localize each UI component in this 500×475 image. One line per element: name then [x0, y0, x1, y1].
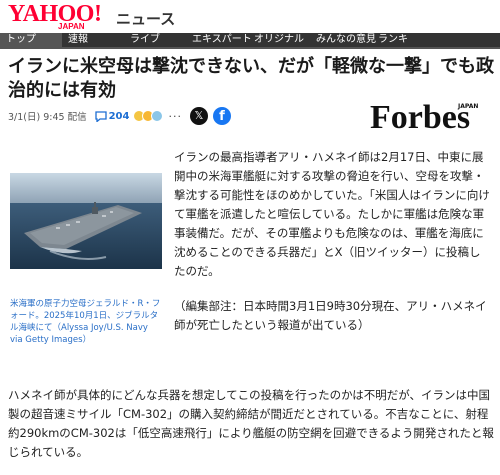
nav-divider	[0, 47, 500, 49]
site-header: YAHOO! JAPAN ニュース	[0, 0, 500, 33]
paragraph-3: ハメネイ師が具体的にどんな兵器を想定してこの投稿を行ったのかは不明だが、イランは…	[8, 388, 494, 459]
comments-link[interactable]: 204	[94, 110, 130, 122]
reaction-emojis[interactable]	[133, 110, 164, 122]
more-icon[interactable]: ···	[168, 110, 182, 123]
article-body-top: イランの最高指導者アリ・ハメネイ師は2月17日、中東に展開中の米海軍艦艇に対する…	[174, 148, 492, 335]
paragraph-1: イランの最高指導者アリ・ハメネイ師は2月17日、中東に展開中の米海軍艦艇に対する…	[174, 150, 490, 278]
nav-item-live[interactable]: ライブ	[124, 33, 186, 47]
comment-count: 204	[108, 110, 130, 122]
comment-icon	[94, 110, 107, 122]
x-share-icon[interactable]: 𝕏	[189, 107, 208, 125]
nav-bar: トップ 速報 ライブ エキスパート オリジナル みんなの意見 ランキ	[0, 33, 500, 47]
reaction-icon-3	[151, 110, 164, 122]
article-title: イランに米空母は撃沈できない、だが「軽微な一撃」でも政治的には有効	[8, 56, 494, 100]
nav-item-expert[interactable]: エキスパート	[186, 33, 252, 47]
nav-item-ranking[interactable]: ランキ	[372, 33, 434, 47]
forbes-logo[interactable]: Forbes	[370, 98, 470, 138]
yahoo-logo-sub: JAPAN	[58, 22, 85, 31]
article-meta: 3/1(日) 9:45 配信 204 ··· 𝕏 f	[8, 107, 231, 125]
nav-item-breaking[interactable]: 速報	[62, 33, 124, 47]
editor-note: （編集部注：日本時間3月1日9時30分現在、アリ・ハメネイ師が死亡したという報道…	[174, 299, 487, 332]
article-photo[interactable]	[10, 147, 162, 295]
photo-caption: 米海軍の原子力空母ジェラルド・R・フォード。2025年10月1日、ジブラルタル海…	[10, 299, 161, 345]
yahoo-logo[interactable]: YAHOO!	[8, 2, 102, 26]
nav-item-original[interactable]: オリジナル	[248, 33, 310, 47]
nav-item-top[interactable]: トップ	[0, 33, 62, 47]
service-name[interactable]: ニュース	[116, 8, 175, 29]
publish-date: 3/1(日) 9:45 配信	[8, 112, 87, 123]
facebook-share-icon[interactable]: f	[212, 107, 231, 125]
nav-item-opinion[interactable]: みんなの意見	[310, 33, 376, 47]
